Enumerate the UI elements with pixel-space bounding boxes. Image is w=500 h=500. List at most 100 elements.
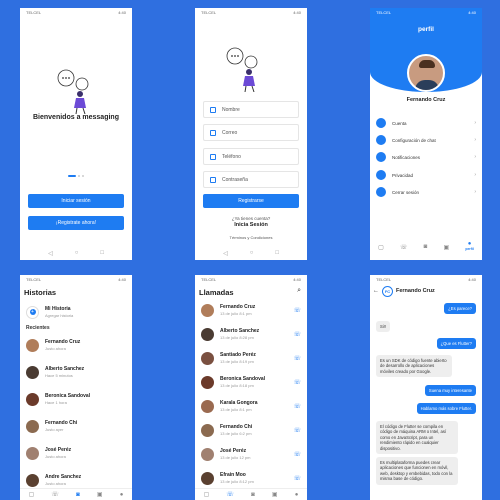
message-bubble: El código de Flutter se compila en códig… (376, 421, 458, 455)
phone-field[interactable]: Teléfono (203, 148, 299, 165)
story-row[interactable]: Beronica Sandoval Hace 1 hora (26, 388, 126, 410)
chat-icon[interactable]: ▢ (378, 244, 384, 251)
menu-item-notifications[interactable]: Notificaciones › (376, 148, 476, 166)
avatar (201, 423, 214, 437)
avatar (201, 375, 214, 389)
call-row[interactable]: Karala Gongora 13 de julio 8:1 pm ☏ (201, 395, 301, 417)
stories-screen: TELCEL 4:40 Historias + Mi Historia Agrega… (20, 275, 132, 500)
phone-icon[interactable]: ☏ (293, 379, 301, 386)
phone-icon[interactable]: ☏ (293, 307, 301, 314)
recents-icon[interactable]: □ (275, 250, 279, 256)
call-row[interactable]: Efrain Moo 13 de julio 8:12 pm ☏ (201, 467, 301, 489)
password-field[interactable]: Contraseña (203, 171, 299, 188)
call-row[interactable]: José Peréz 13 de julio 12 pm ☏ (201, 443, 301, 465)
stories-icon[interactable]: ▣ (443, 244, 449, 251)
call-row[interactable]: Fernando Chi 13 de julio 6:2 pm ☏ (201, 419, 301, 441)
message-bubble: Es multiplataforma puedes crear aplicaci… (376, 457, 458, 485)
chat-icon[interactable]: ▢ (204, 491, 210, 498)
recent-header: Recientes (26, 325, 50, 331)
page-indicator (20, 175, 132, 177)
avatar (26, 446, 39, 460)
user-icon (210, 106, 216, 113)
phone-icon (210, 153, 216, 160)
menu-item-privacy[interactable]: Privacidad › (376, 166, 476, 184)
phone-icon[interactable]: ☏ (51, 491, 59, 498)
bottom-tab-bar: ▢ ☏ ◙ ▣ ● (195, 488, 307, 500)
messaging-illustration (226, 47, 258, 92)
phone-icon[interactable]: ☏ (293, 475, 301, 482)
story-row[interactable]: Alberto Sanchez Hace 5 minutos (26, 361, 126, 383)
search-icon[interactable]: ⌕ (297, 287, 301, 295)
avatar (201, 351, 214, 365)
page-title: Llamadas (199, 288, 234, 297)
message-bubble: ¿Que es Flutter? (436, 338, 476, 350)
logout-icon (376, 187, 386, 197)
user-icon (376, 118, 386, 128)
menu-item-logout[interactable]: Cerrar sesión › (376, 183, 476, 201)
message-bubble: Suena muy interesante (424, 385, 476, 397)
chevron-right-icon: › (474, 172, 476, 178)
phone-icon[interactable]: ☏ (293, 331, 301, 338)
avatar (26, 473, 39, 487)
camera-icon[interactable]: ◙ (76, 492, 80, 498)
phone-icon[interactable]: ☏ (293, 451, 301, 458)
phone-icon[interactable]: ☏ (400, 244, 408, 251)
phone-icon[interactable]: ☏ (293, 355, 301, 362)
home-icon[interactable]: ○ (75, 250, 79, 256)
call-row[interactable]: Santiado Peréz 13 de julio 8:19 pm ☏ (201, 347, 301, 369)
stories-icon[interactable]: ▣ (272, 491, 278, 498)
register-submit-button[interactable]: Registrarse (203, 194, 299, 208)
email-field[interactable]: Correo (203, 124, 299, 141)
avatar (26, 338, 39, 352)
register-screen: TELCEL 4:40 Nombre Correo Teléfono Contra… (195, 8, 307, 260)
login-link[interactable]: Inicia Sesión (195, 222, 307, 228)
stories-icon[interactable]: ▣ (97, 491, 103, 498)
camera-icon[interactable]: ◙ (251, 492, 255, 498)
login-button[interactable]: Iniciar sesión (28, 194, 124, 208)
calls-screen: TELCEL 4:40 Llamadas ⌕ Fernando Cruz 13 de… (195, 275, 307, 500)
user-icon[interactable]: ● (120, 492, 124, 498)
back-icon[interactable]: ◁ (223, 250, 228, 257)
contact-name: Fernando Cruz (396, 288, 435, 294)
profile-screen: TELCEL 4:40 perfil Fernando Cruz Cuenta › … (370, 8, 482, 260)
story-row[interactable]: José Peréz Justo ahora (26, 442, 126, 464)
chevron-right-icon: › (474, 120, 476, 126)
message-bubble: Si!! (376, 321, 391, 333)
chat-icon[interactable]: ▢ (29, 491, 35, 498)
phone-icon[interactable]: ☏ (293, 427, 301, 434)
avatar: FC (382, 285, 393, 297)
phone-icon[interactable]: ☏ (293, 403, 301, 410)
story-row[interactable]: Fernando Chi Justo ayer (26, 415, 126, 437)
call-row[interactable]: Alberto Sanchez 13 de julio 8:28 pm ☏ (201, 323, 301, 345)
mail-icon (210, 129, 216, 136)
avatar (201, 399, 214, 413)
status-bar: TELCEL 4:40 (376, 277, 476, 282)
home-icon[interactable]: ○ (250, 250, 254, 256)
call-row[interactable]: Beronica Sandoval 13 de julio 8:18 pm ☏ (201, 371, 301, 393)
call-row[interactable]: Fernando Cruz 13 de julio 8:1 pm ☏ (201, 299, 301, 321)
back-arrow-icon[interactable]: ← (373, 288, 379, 294)
name-field[interactable]: Nombre (203, 101, 299, 118)
chevron-right-icon: › (474, 189, 476, 195)
status-bar: TELCEL 4:40 (201, 10, 301, 15)
menu-item-chat-settings[interactable]: Configuración de chat › (376, 131, 476, 149)
avatar (26, 392, 39, 406)
register-button[interactable]: ¡Registrate ahora! (28, 216, 124, 230)
avatar (201, 447, 214, 461)
terms-link[interactable]: Términos y Condiciones (195, 235, 307, 240)
lock-icon (210, 176, 216, 183)
my-story-row[interactable]: + Mi Historia Agregar historia (26, 301, 126, 323)
messaging-illustration (57, 69, 89, 114)
status-bar: TELCEL 4:40 (376, 10, 476, 15)
recents-icon[interactable]: □ (100, 250, 104, 256)
status-bar: TELCEL 4:40 (26, 10, 126, 15)
add-story-icon[interactable]: + (26, 305, 39, 319)
lock-icon (376, 170, 386, 180)
phone-icon[interactable]: ☏ (226, 491, 234, 498)
camera-icon[interactable]: ◙ (424, 244, 428, 250)
user-icon[interactable]: ● (295, 492, 299, 498)
story-row[interactable]: Fernando Cruz Justo ahora (26, 334, 126, 356)
tab-profile[interactable]: ● perfil (465, 241, 474, 252)
back-icon[interactable]: ◁ (48, 250, 53, 257)
menu-item-account[interactable]: Cuenta › (376, 114, 476, 132)
